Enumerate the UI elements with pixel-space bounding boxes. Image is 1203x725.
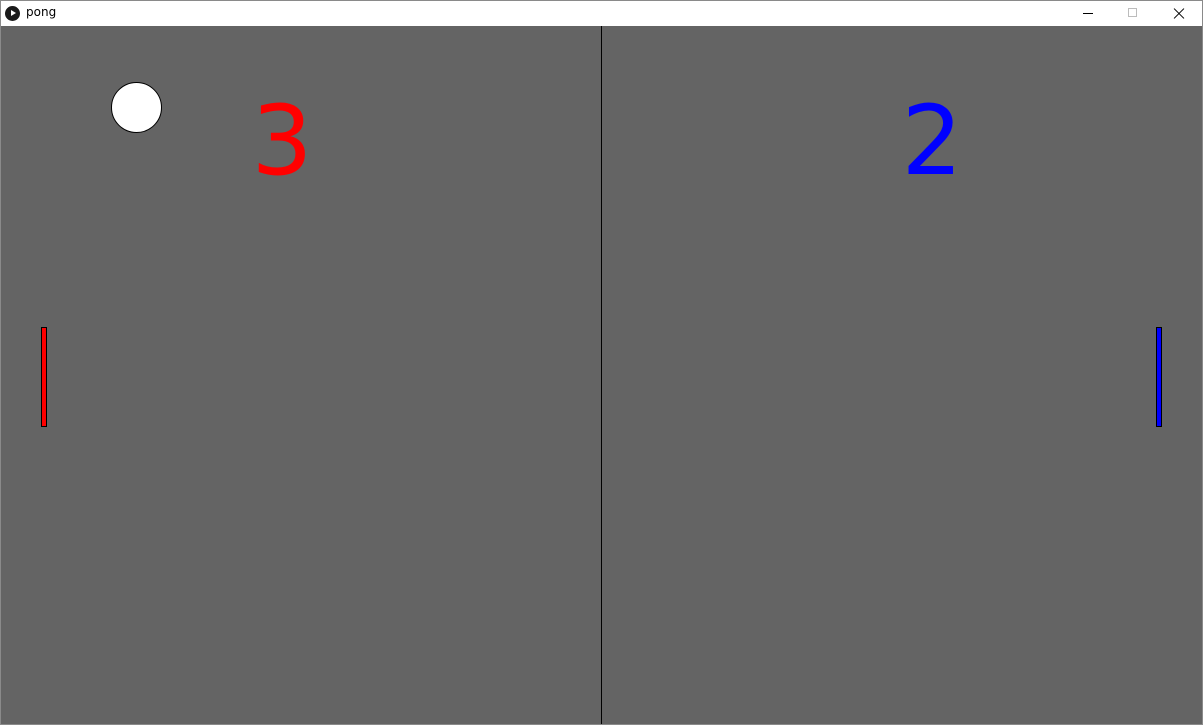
right-score: 2 <box>901 85 963 197</box>
ball <box>111 82 162 133</box>
center-line <box>601 26 602 724</box>
play-circle-icon <box>5 6 20 21</box>
left-score: 3 <box>251 85 313 197</box>
app-window: pong 3 2 <box>0 0 1203 725</box>
minimize-button[interactable] <box>1065 1 1110 26</box>
title-bar[interactable]: pong <box>1 1 1202 26</box>
right-paddle <box>1156 327 1162 427</box>
left-paddle <box>41 327 47 427</box>
close-button[interactable] <box>1155 1 1200 26</box>
game-canvas[interactable]: 3 2 <box>1 26 1202 724</box>
maximize-button[interactable] <box>1110 1 1155 26</box>
window-title: pong <box>26 5 57 19</box>
